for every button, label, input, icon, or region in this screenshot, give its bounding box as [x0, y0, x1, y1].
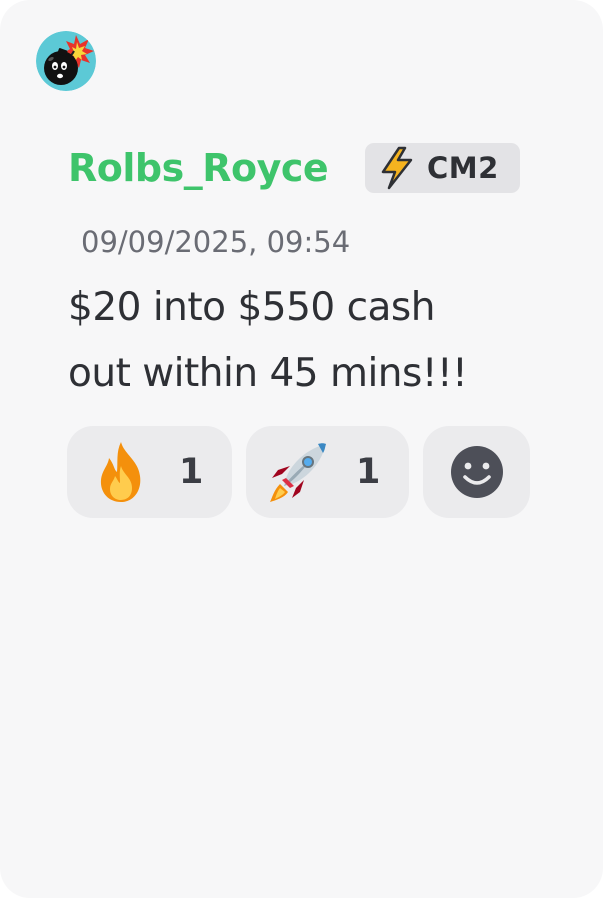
reaction-count: 1	[356, 452, 381, 492]
server-tag[interactable]: CM2	[365, 143, 520, 193]
rocket-emoji-icon	[266, 440, 330, 504]
message-card: Rolbs_Royce CM2 09/09/2025, 09:54 $20 in…	[0, 0, 603, 898]
reaction-rocket[interactable]: 1	[246, 426, 409, 518]
timestamp: 09/09/2025, 09:54	[81, 225, 351, 259]
reaction-fire[interactable]: 1	[67, 426, 232, 518]
bomb-avatar-icon[interactable]	[36, 31, 96, 91]
message-text: $20 into $550 cash out within 45 mins!!!	[68, 275, 568, 407]
reactions-bar: 1 1	[67, 426, 530, 518]
smiley-add-reaction-icon	[445, 440, 509, 504]
tag-label: CM2	[427, 151, 499, 185]
lightning-bolt-icon	[373, 146, 421, 190]
add-reaction-button[interactable]	[423, 426, 530, 518]
message-line-2: out within 45 mins!!!	[68, 351, 468, 396]
message-line-1: $20 into $550 cash	[68, 285, 435, 330]
reaction-count: 1	[179, 452, 204, 492]
fire-emoji-icon	[89, 440, 153, 504]
username[interactable]: Rolbs_Royce	[68, 140, 329, 196]
